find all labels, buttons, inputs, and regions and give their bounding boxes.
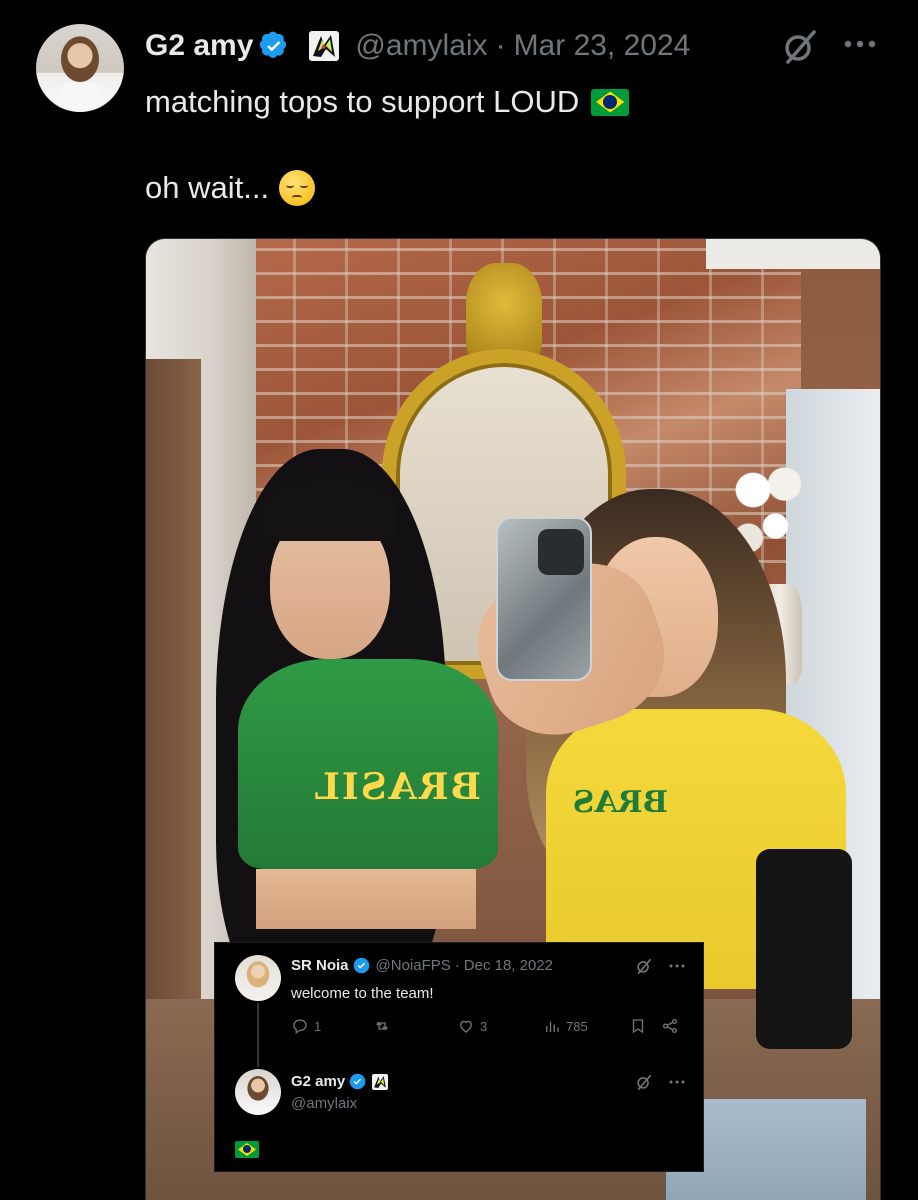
affiliate-badge-icon bbox=[372, 1073, 389, 1090]
bookmark-icon bbox=[632, 1019, 644, 1034]
verified-badge-icon[interactable] bbox=[259, 31, 289, 61]
tweet-text-2: oh wait... bbox=[145, 170, 270, 205]
person-left-midriff bbox=[256, 869, 476, 929]
shirt-print-left: BRASIL bbox=[312, 766, 481, 808]
brazil-flag-emoji bbox=[235, 1141, 259, 1158]
ceiling bbox=[706, 239, 880, 269]
quoted-avatar-2[interactable] bbox=[235, 1069, 281, 1115]
quoted-avatar-1[interactable] bbox=[235, 955, 281, 1001]
pensive-face-emoji bbox=[279, 170, 316, 206]
tweet-text-line-1: matching tops to support LOUD bbox=[145, 84, 630, 120]
verified-badge-icon bbox=[349, 1073, 366, 1090]
person-left-green-top bbox=[238, 659, 498, 869]
brazil-flag-emoji bbox=[591, 88, 630, 116]
author-avatar[interactable] bbox=[36, 24, 124, 112]
tweet-text-line-2: oh wait... bbox=[145, 170, 316, 206]
quoted-header-1: SR Noia @NoiaFPS · Dec 18, 2022 bbox=[291, 957, 553, 974]
author-display-name[interactable]: G2 amy bbox=[145, 29, 253, 63]
mirror-crest bbox=[466, 263, 542, 363]
share-icon bbox=[662, 1018, 678, 1034]
separator-dot: · bbox=[454, 957, 460, 974]
thread-line bbox=[257, 1003, 259, 1067]
like-count: 3 bbox=[480, 1018, 488, 1034]
separator-dot: · bbox=[495, 29, 506, 62]
grok-icon[interactable] bbox=[635, 1073, 653, 1091]
tweet: G2 amy @amylaix · Mar 23, 2024 matching … bbox=[0, 0, 918, 1200]
share-button[interactable] bbox=[661, 1017, 684, 1035]
more-icon[interactable] bbox=[669, 1079, 685, 1085]
affiliate-badge-icon[interactable] bbox=[309, 31, 340, 61]
reply-count: 1 bbox=[314, 1018, 322, 1034]
reply-button[interactable]: 1 bbox=[291, 1017, 321, 1035]
views-icon bbox=[546, 1021, 559, 1032]
quoted-screenshot: SR Noia @NoiaFPS · Dec 18, 2022 welcome … bbox=[214, 942, 704, 1172]
views-button[interactable]: 785 bbox=[543, 1017, 588, 1035]
quoted-display-name-1[interactable]: SR Noia bbox=[291, 957, 349, 974]
grok-icon[interactable] bbox=[780, 26, 820, 66]
retweet-icon bbox=[376, 1022, 388, 1030]
shirt-print-right: BRAS bbox=[572, 785, 668, 820]
like-button[interactable]: 3 bbox=[457, 1017, 487, 1035]
quoted-display-name-2[interactable]: G2 amy bbox=[291, 1073, 345, 1090]
grok-icon[interactable] bbox=[635, 957, 653, 975]
reply-icon bbox=[293, 1019, 307, 1035]
quoted-date-1[interactable]: Dec 18, 2022 bbox=[464, 957, 553, 974]
views-count: 785 bbox=[566, 1018, 588, 1034]
tweet-header: G2 amy @amylaix · Mar 23, 2024 bbox=[145, 26, 690, 66]
tweet-date[interactable]: Mar 23, 2024 bbox=[514, 29, 691, 63]
phone bbox=[496, 517, 592, 681]
black-bag bbox=[756, 849, 852, 1049]
author-handle[interactable]: @amylaix bbox=[355, 29, 487, 63]
quoted-text-1: welcome to the team! bbox=[291, 985, 434, 1002]
quoted-header-2: G2 amy bbox=[291, 1073, 389, 1090]
retweet-button[interactable] bbox=[373, 1017, 396, 1035]
quoted-handle-2[interactable]: @amylaix bbox=[291, 1095, 357, 1112]
more-icon[interactable] bbox=[669, 963, 685, 969]
quoted-handle-1[interactable]: @NoiaFPS bbox=[376, 957, 451, 974]
more-icon[interactable] bbox=[842, 34, 878, 54]
person-left-bangs bbox=[264, 479, 396, 541]
bookmark-button[interactable] bbox=[629, 1017, 652, 1035]
heart-icon bbox=[460, 1020, 472, 1033]
quoted-action-bar: 1 3 785 bbox=[291, 1017, 691, 1039]
verified-badge-icon bbox=[353, 957, 369, 974]
tweet-text: matching tops to support LOUD bbox=[145, 84, 580, 119]
